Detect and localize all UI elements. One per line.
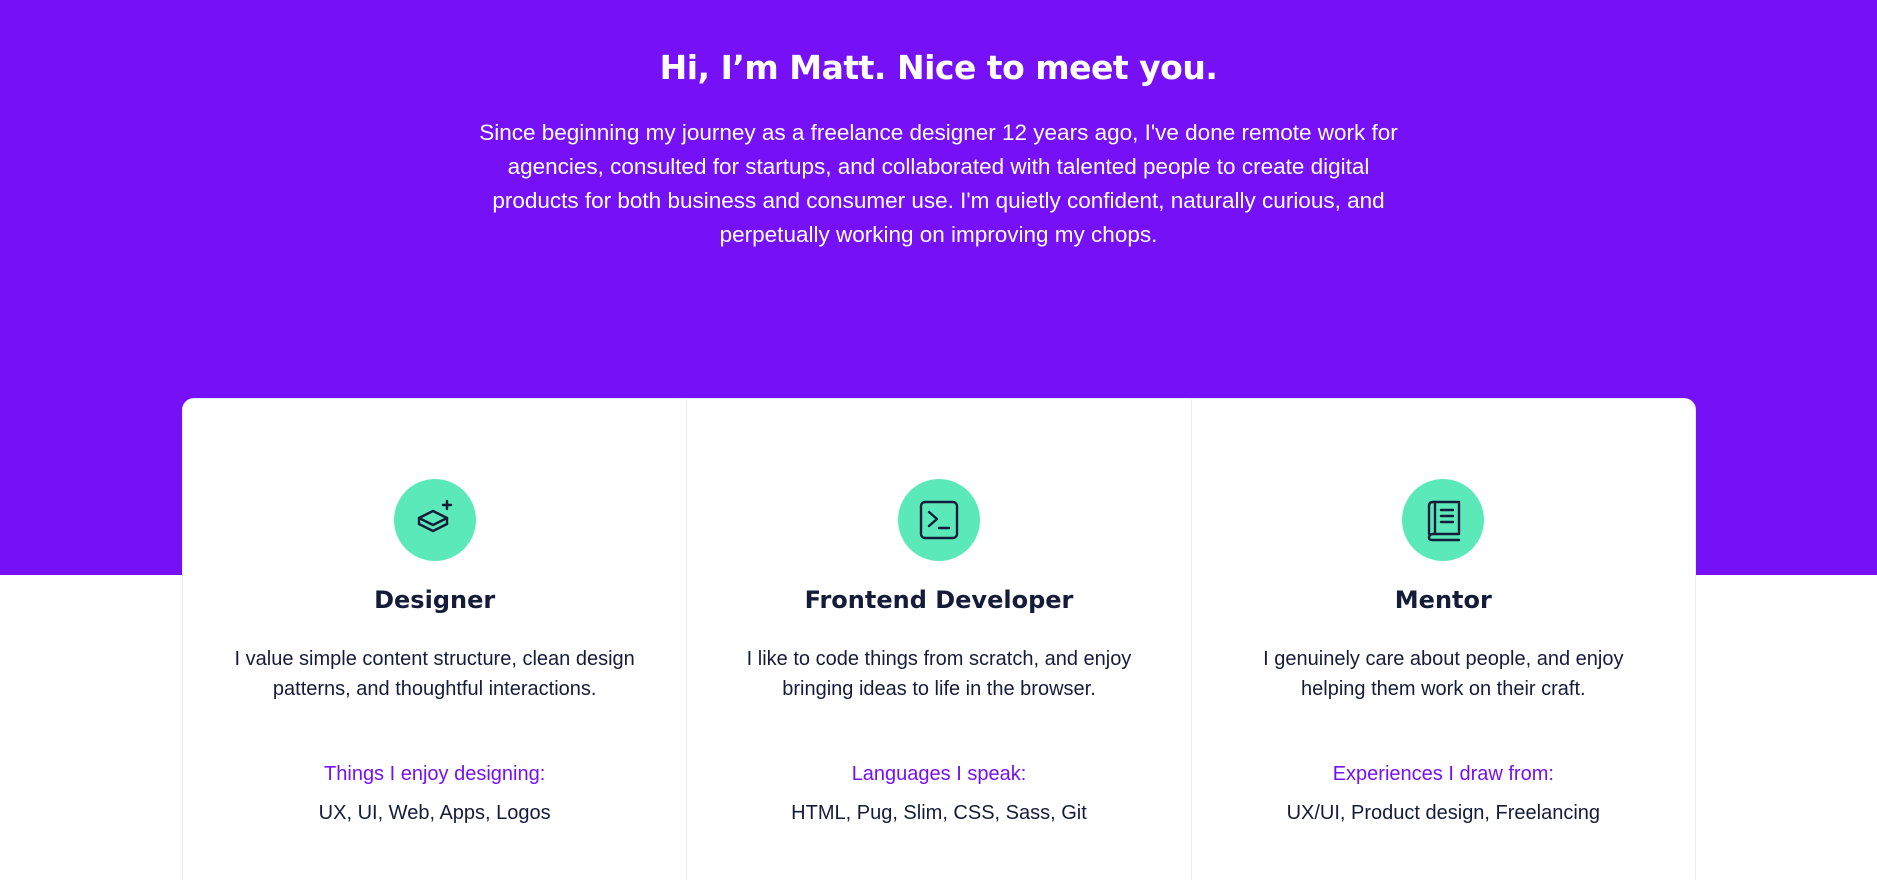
terminal-icon [897, 479, 980, 561]
skill-column-frontend-developer: Frontend Developer I like to code things… [687, 399, 1192, 880]
skill-list: UX, UI, Web, Apps, Logos [318, 802, 551, 824]
skill-subheading: Things I enjoy designing: [324, 763, 546, 785]
hero-intro-text: Since beginning my journey as a freelanc… [479, 120, 1398, 247]
skill-description: I genuinely care about people, and enjoy… [1263, 648, 1624, 700]
skill-list: HTML, Pug, Slim, CSS, Sass, Git [791, 802, 1087, 824]
skills-card: Designer I value simple content structur… [182, 398, 1696, 880]
skill-list: UX/UI, Product design, Freelancing [1286, 802, 1601, 824]
skill-description: I like to code things from scratch, and … [746, 648, 1132, 700]
skill-subheading: Languages I speak: [851, 763, 1027, 785]
skill-subheading: Experiences I draw from: [1332, 763, 1554, 785]
skill-title: Mentor [1394, 586, 1492, 614]
skill-title: Frontend Developer [804, 586, 1074, 614]
skill-column-mentor: Mentor I genuinely care about people, an… [1192, 399, 1695, 880]
skill-column-designer: Designer I value simple content structur… [183, 399, 688, 880]
skill-title: Designer [374, 586, 496, 614]
hero-title: Hi, I’m Matt. Nice to meet you. [659, 48, 1218, 87]
book-icon [1402, 479, 1485, 561]
layers-plus-icon [393, 479, 476, 561]
skill-description: I value simple content structure, clean … [234, 648, 635, 700]
